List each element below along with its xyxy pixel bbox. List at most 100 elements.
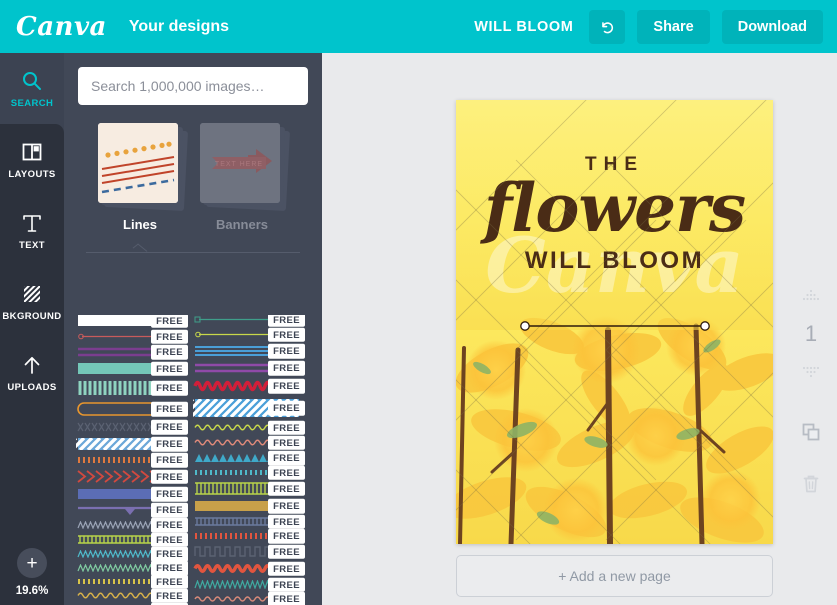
left-rail: SEARCH LAYOUTS TEXT BKGROUND UPLOADS + 1… [0,53,64,605]
free-badge: FREE [151,452,188,468]
line-element-item[interactable]: FREE [193,465,305,480]
line-element-item[interactable]: FREE [193,435,305,450]
line-element-item[interactable]: FREE [76,344,188,360]
move-page-down-button[interactable] [792,353,830,391]
download-button[interactable]: Download [721,9,823,44]
your-designs-link[interactable]: Your designs [129,18,229,36]
line-element-item[interactable]: FREE [193,498,305,514]
sidebar-item-label: LAYOUTS [8,168,56,180]
category-lines[interactable]: Lines [98,123,189,232]
banners-preview-icon: TEXT HERE [200,123,280,203]
poster-line-will-bloom[interactable]: WILL BLOOM [525,247,704,275]
sidebar-item-search[interactable]: SEARCH [0,53,64,124]
canva-logo[interactable]: Canva [16,12,107,42]
sidebar-item-label: UPLOADS [7,381,57,393]
duplicate-page-icon [802,423,820,441]
free-badge: FREE [151,574,188,589]
poster-page[interactable]: Canva THE flowers WILL BLOOM [456,100,773,544]
line-element-item[interactable]: FREE [76,401,188,417]
free-badge: FREE [268,498,305,514]
free-badge: FREE [268,360,305,376]
free-badge: FREE [151,560,188,576]
line-element-item[interactable]: FREE [76,588,188,603]
layouts-icon [22,143,42,160]
line-element-item[interactable]: FREE [193,528,305,544]
free-badge: FREE [151,315,188,328]
free-badge: FREE [268,591,305,605]
line-element-item[interactable]: FREE [193,343,305,359]
zoom-in-button[interactable]: + [17,548,47,578]
free-badge: FREE [268,481,305,496]
line-element-item[interactable]: FREE [193,378,305,394]
canvas-area: Canva THE flowers WILL BLOOM + Add a new… [322,53,837,605]
free-badge: FREE [268,465,305,480]
free-badge: FREE [151,588,188,603]
sidebar-item-bkground[interactable]: BKGROUND [0,266,64,337]
line-handle-left [520,321,530,331]
line-element-item[interactable]: FREE [193,450,305,466]
category-row: Lines TEXT HERE Banners [64,105,322,232]
selected-line-element[interactable] [519,319,711,333]
text-t-icon [23,214,41,232]
elements-grid[interactable]: FREE FREE FREE FREE FREE FREE FREE FREE [64,315,322,605]
free-badge: FREE [268,343,305,359]
category-label: Banners [215,217,269,232]
free-badge: FREE [151,517,188,533]
line-element-item[interactable]: FREE [193,327,305,342]
line-element-item[interactable]: FREE [193,544,305,559]
line-element-item[interactable]: FREE [76,380,188,396]
free-badge: FREE [268,528,305,544]
background-hatch-icon [24,285,40,302]
share-button[interactable]: Share [637,9,710,44]
line-element-item[interactable]: FREE [193,481,305,496]
search-input[interactable] [78,67,308,105]
stack-front: TEXT HERE [200,123,280,203]
trash-icon [803,475,819,493]
line-element-item[interactable]: FREE [76,560,188,576]
sidebar-item-uploads[interactable]: UPLOADS [0,337,64,408]
line-element-item[interactable]: FREE [193,399,305,417]
divider-line [86,252,300,253]
free-badge: FREE [268,315,305,327]
zoom-level-value: 19.6% [15,585,49,597]
line-element-item[interactable]: FREE [193,591,305,605]
document-title[interactable]: WILL BLOOM [474,19,573,35]
line-element-item[interactable]: FREE [193,315,305,327]
line-element-item[interactable]: FREE [76,532,188,547]
elements-panel: Lines TEXT HERE Banners [64,53,322,605]
free-badge: FREE [151,546,188,562]
line-element-item[interactable]: FREE [76,517,188,533]
category-banners[interactable]: TEXT HERE Banners [200,123,291,232]
line-element-item[interactable]: FREE [193,561,305,576]
line-element-item[interactable]: FREE [193,577,305,592]
line-element-item[interactable]: FREE [76,469,188,484]
delete-page-button[interactable] [792,465,830,503]
line-element-item[interactable]: FREE [76,329,188,344]
line-element-item[interactable]: FREE [193,514,305,529]
line-element-item[interactable]: FREE [76,486,188,502]
move-page-up-button[interactable] [792,277,830,315]
current-page-number: 1 [792,315,830,353]
line-element-item[interactable]: FREE [76,574,188,589]
add-new-page-button[interactable]: + Add a new page [456,555,773,597]
line-element-item[interactable]: FREE [76,546,188,562]
lines-preview-icon [98,123,178,203]
line-element-item[interactable]: FREE [193,420,305,435]
line-element-item[interactable]: FREE [76,419,188,435]
line-element-item[interactable]: FREE [76,361,188,376]
panel-divider [86,243,300,256]
duplicate-page-button[interactable] [792,413,830,451]
line-element-item[interactable]: FREE [76,436,188,452]
sidebar-item-text[interactable]: TEXT [0,195,64,266]
poster-line-flowers[interactable]: flowers [484,173,746,243]
line-element-item[interactable]: FREE [193,360,305,376]
line-element-item[interactable]: FREE [76,315,188,328]
undo-button[interactable] [589,9,626,44]
free-badge: FREE [268,435,305,450]
stack-front [98,123,178,203]
line-element-item[interactable]: FREE [76,502,188,518]
sidebar-item-layouts[interactable]: LAYOUTS [0,124,64,195]
svg-text:TEXT HERE: TEXT HERE [215,161,263,168]
line-element-item[interactable]: FREE [76,452,188,468]
top-header: Canva Your designs WILL BLOOM Share Down… [0,0,837,53]
